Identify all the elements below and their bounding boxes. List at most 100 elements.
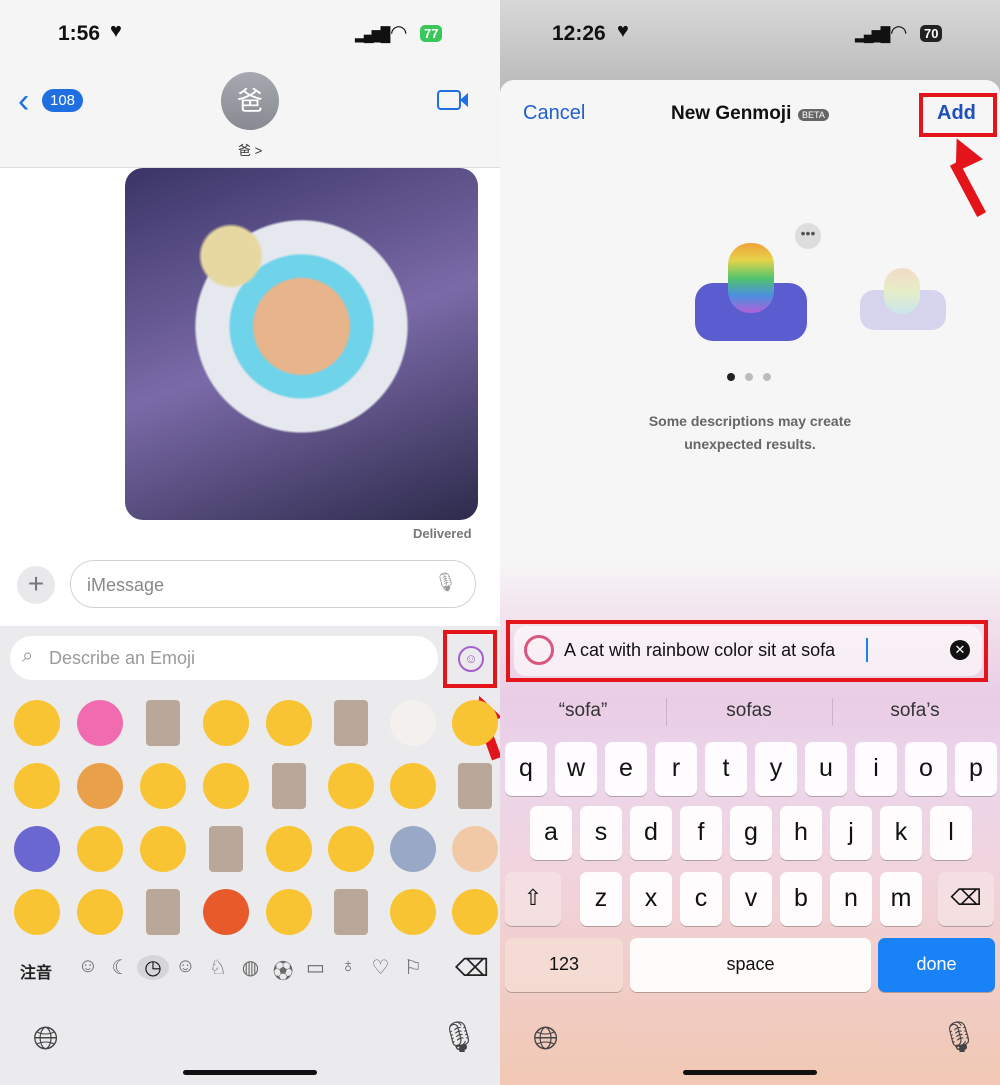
cancel-button[interactable]: Cancel [523,102,585,125]
photo-sticker-icon[interactable] [334,889,368,935]
weary-face-icon[interactable] [77,826,123,872]
space-key[interactable]: space [630,938,871,992]
pleading-face-icon[interactable] [140,763,186,809]
key-c[interactable]: c [680,872,722,926]
mic-icon[interactable]: 🎙 [434,572,457,593]
surprised-face-icon[interactable] [266,889,312,935]
cat-on-sofa-genmoji-icon[interactable] [14,826,60,872]
key-k[interactable]: k [880,806,922,860]
key-l[interactable]: l [930,806,972,860]
photo-sticker-icon[interactable] [272,763,306,809]
dictation-mic-icon[interactable]: 🎙︎ [940,1020,978,1055]
key-o[interactable]: o [905,742,947,796]
crying-face-icon[interactable] [77,889,123,935]
shift-key[interactable]: ⇧ [505,872,561,926]
key-z[interactable]: z [580,872,622,926]
grinning-face-icon[interactable] [452,889,498,935]
page-dot[interactable] [745,373,753,381]
pink-heart-icon[interactable] [77,700,123,746]
activity-icon[interactable]: ⚽︎ [270,955,296,984]
plus-button[interactable]: + [17,566,55,604]
key-m[interactable]: m [880,872,922,926]
face-with-thermometer-icon[interactable] [328,826,374,872]
suggestion-item[interactable]: sofas [666,700,832,722]
frowning-face-icon[interactable] [328,763,374,809]
imessage-input[interactable]: iMessage 🎙 [70,560,476,608]
key-w[interactable]: w [555,742,597,796]
emoji-search-input[interactable]: ⌕ Describe an Emoji [10,636,438,680]
done-key[interactable]: done [878,938,995,992]
confounded-face-icon[interactable] [266,700,312,746]
clown-face-icon[interactable] [390,700,436,746]
rainbow-cat-genmoji-icon[interactable] [77,763,123,809]
flags-icon[interactable]: ⚐ [400,955,426,980]
key-b[interactable]: b [780,872,822,926]
dictation-mic-icon[interactable]: 🎙︎ [440,1020,478,1055]
photo-sticker-icon[interactable] [146,700,180,746]
genmoji-preview-selected[interactable] [695,238,807,346]
page-dot[interactable] [763,373,771,381]
video-call-icon[interactable] [437,90,461,110]
worried-face-icon[interactable] [203,763,249,809]
hushed-face-icon[interactable] [266,826,312,872]
key-r[interactable]: r [655,742,697,796]
flushed-face-icon[interactable] [203,700,249,746]
key-i[interactable]: i [855,742,897,796]
sticker-icon[interactable]: ☾ [108,955,134,980]
animals-icon[interactable]: ♘ [205,955,231,980]
memoji-icon[interactable]: ☺ [75,955,101,978]
globe-icon[interactable]: 🌐︎ [33,1020,59,1058]
photo-sticker-icon[interactable] [334,700,368,746]
face-holding-tears-icon[interactable] [452,700,498,746]
key-q[interactable]: q [505,742,547,796]
slightly-smiling-face-icon[interactable] [390,763,436,809]
key-x[interactable]: x [630,872,672,926]
angry-face-icon[interactable] [203,889,249,935]
key-u[interactable]: u [805,742,847,796]
food-icon[interactable]: ◍ [238,955,264,980]
smiling-hearts-face-icon[interactable] [14,763,60,809]
heart-eyes-face-icon[interactable] [14,889,60,935]
travel-icon[interactable]: ▭ [303,955,329,980]
numbers-key[interactable]: 123 [505,938,623,992]
key-y[interactable]: y [755,742,797,796]
key-e[interactable]: e [605,742,647,796]
genmoji-preview-alternate[interactable] [860,268,946,332]
sent-image-memoji-astronaut[interactable] [125,168,478,520]
objects-icon[interactable]: ♁ [335,955,361,978]
symbols-icon[interactable]: ♡ [368,955,394,980]
photo-sticker-icon[interactable] [146,889,180,935]
face-with-hands-icon[interactable] [140,826,186,872]
photo-sticker-icon[interactable] [458,763,492,809]
key-d[interactable]: d [630,806,672,860]
status-time: 1:56 [58,22,101,45]
folded-hands-icon[interactable] [452,826,498,872]
zhuyin-keyboard-label[interactable]: 注音 [20,959,52,983]
sad-tear-face-icon[interactable] [14,700,60,746]
key-g[interactable]: g [730,806,772,860]
key-s[interactable]: s [580,806,622,860]
contact-name[interactable]: 爸 > [238,140,262,159]
key-f[interactable]: f [680,806,722,860]
key-h[interactable]: h [780,806,822,860]
key-v[interactable]: v [730,872,772,926]
suggestion-item[interactable]: sofa’s [832,700,998,722]
sticker-characters-icon[interactable] [390,826,436,872]
recent-icon[interactable]: ◷ [137,955,169,980]
contact-avatar[interactable]: 爸 [221,72,279,130]
key-t[interactable]: t [705,742,747,796]
delete-icon[interactable]: ⌫ [455,954,489,983]
backspace-key[interactable]: ⌫ [938,872,994,926]
key-j[interactable]: j [830,806,872,860]
back-chevron-icon[interactable]: ‹ [18,82,29,121]
unread-count-badge[interactable]: 108 [42,89,84,112]
key-a[interactable]: a [530,806,572,860]
page-dot-active[interactable] [727,373,735,381]
key-p[interactable]: p [955,742,997,796]
suggestion-item[interactable]: “sofa” [500,700,666,722]
photo-sticker-icon[interactable] [209,826,243,872]
smileys-icon[interactable]: ☺ [173,955,199,978]
key-n[interactable]: n [830,872,872,926]
globe-icon[interactable]: 🌐︎ [533,1020,559,1058]
frowning-face-icon[interactable] [390,889,436,935]
